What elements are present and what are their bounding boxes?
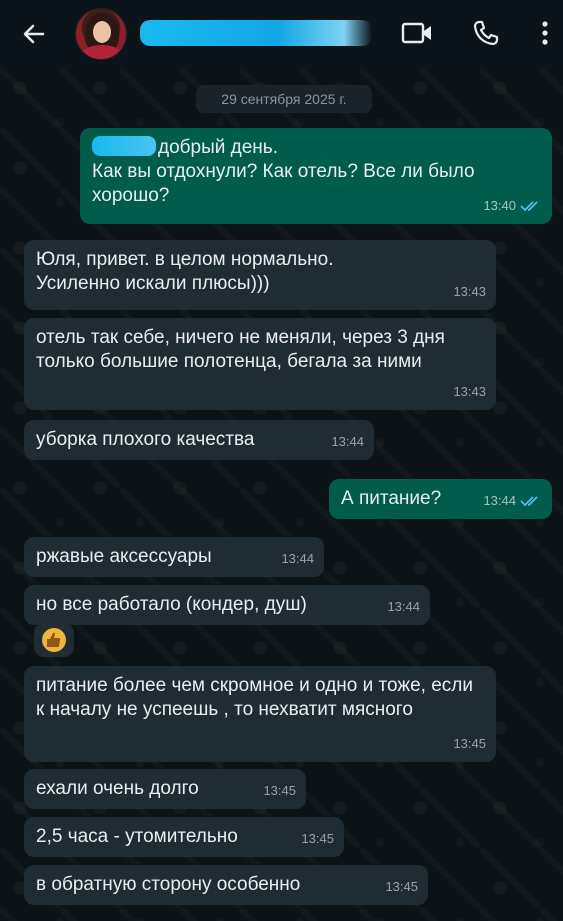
message-text: ржавые аксессуары <box>36 546 212 567</box>
message-outgoing[interactable]: А питание? 13:44 <box>329 479 552 519</box>
message-time: 13:44 <box>387 599 420 614</box>
message-time: 13:43 <box>453 384 486 399</box>
message-incoming[interactable]: питание более чем скромное и одно и тоже… <box>24 666 496 762</box>
phone-icon <box>473 20 499 46</box>
voice-call-button[interactable] <box>469 16 503 50</box>
message-text: Юля, привет. в целом нормально. Усиленно… <box>36 249 339 294</box>
message-incoming[interactable]: Юля, привет. в целом нормально. Усиленно… <box>24 240 496 310</box>
message-incoming[interactable]: отель так себе, ничего не меняли, через … <box>24 318 496 410</box>
message-text: ехали очень долго <box>36 778 199 799</box>
back-button[interactable] <box>18 18 50 50</box>
message-incoming[interactable]: в обратную сторону особенно 13:45 <box>24 865 428 905</box>
read-ticks-icon <box>520 201 538 212</box>
message-time: 13:45 <box>301 831 334 846</box>
message-time: 13:44 <box>331 434 364 449</box>
redacted-name <box>92 136 156 156</box>
message-incoming[interactable]: уборка плохого качества 13:44 <box>24 420 374 460</box>
chat-header <box>0 0 563 68</box>
thumbs-up-icon <box>42 628 66 652</box>
message-text: 2,5 часа - утомительно <box>36 826 238 847</box>
message-incoming-emoji[interactable] <box>34 623 74 657</box>
message-incoming[interactable]: 2,5 часа - утомительно 13:45 <box>24 817 344 857</box>
message-text: отель так себе, ничего не меняли, через … <box>36 327 451 372</box>
message-outgoing[interactable]: добрый день. Как вы отдохнули? Как отель… <box>80 128 552 224</box>
read-ticks-icon <box>520 496 538 507</box>
contact-avatar[interactable] <box>75 8 127 60</box>
message-time: 13:45 <box>385 879 418 894</box>
message-time: 13:40 <box>483 198 516 213</box>
message-time: 13:44 <box>483 493 516 508</box>
arrow-left-icon <box>23 24 45 44</box>
message-text: добрый день. Как вы отдохнули? Как отель… <box>92 136 475 206</box>
message-time: 13:45 <box>263 783 296 798</box>
message-incoming[interactable]: но все работало (кондер, душ) 13:44 <box>24 585 430 625</box>
message-incoming[interactable]: ехали очень долго 13:45 <box>24 769 306 809</box>
message-time: 13:43 <box>453 284 486 299</box>
message-meta: 13:40 <box>483 194 542 218</box>
more-vertical-icon <box>542 21 548 45</box>
message-text: питание более чем скромное и одно и тоже… <box>36 675 479 720</box>
video-camera-icon <box>401 22 431 44</box>
menu-button[interactable] <box>528 16 562 50</box>
chat-area[interactable]: 29 сентября 2025 г. добрый день. Как вы … <box>0 68 563 921</box>
message-incoming[interactable]: ржавые аксессуары 13:44 <box>24 537 324 577</box>
message-text: в обратную сторону особенно <box>36 874 301 895</box>
message-time: 13:44 <box>281 551 314 566</box>
contact-name-redacted[interactable] <box>140 20 372 46</box>
message-time: 13:45 <box>453 736 486 751</box>
date-separator: 29 сентября 2025 г. <box>196 85 372 113</box>
video-call-button[interactable] <box>400 16 434 50</box>
message-text: уборка плохого качества <box>36 429 255 450</box>
message-meta: 13:44 <box>483 489 542 513</box>
message-text: но все работало (кондер, душ) <box>36 594 307 615</box>
